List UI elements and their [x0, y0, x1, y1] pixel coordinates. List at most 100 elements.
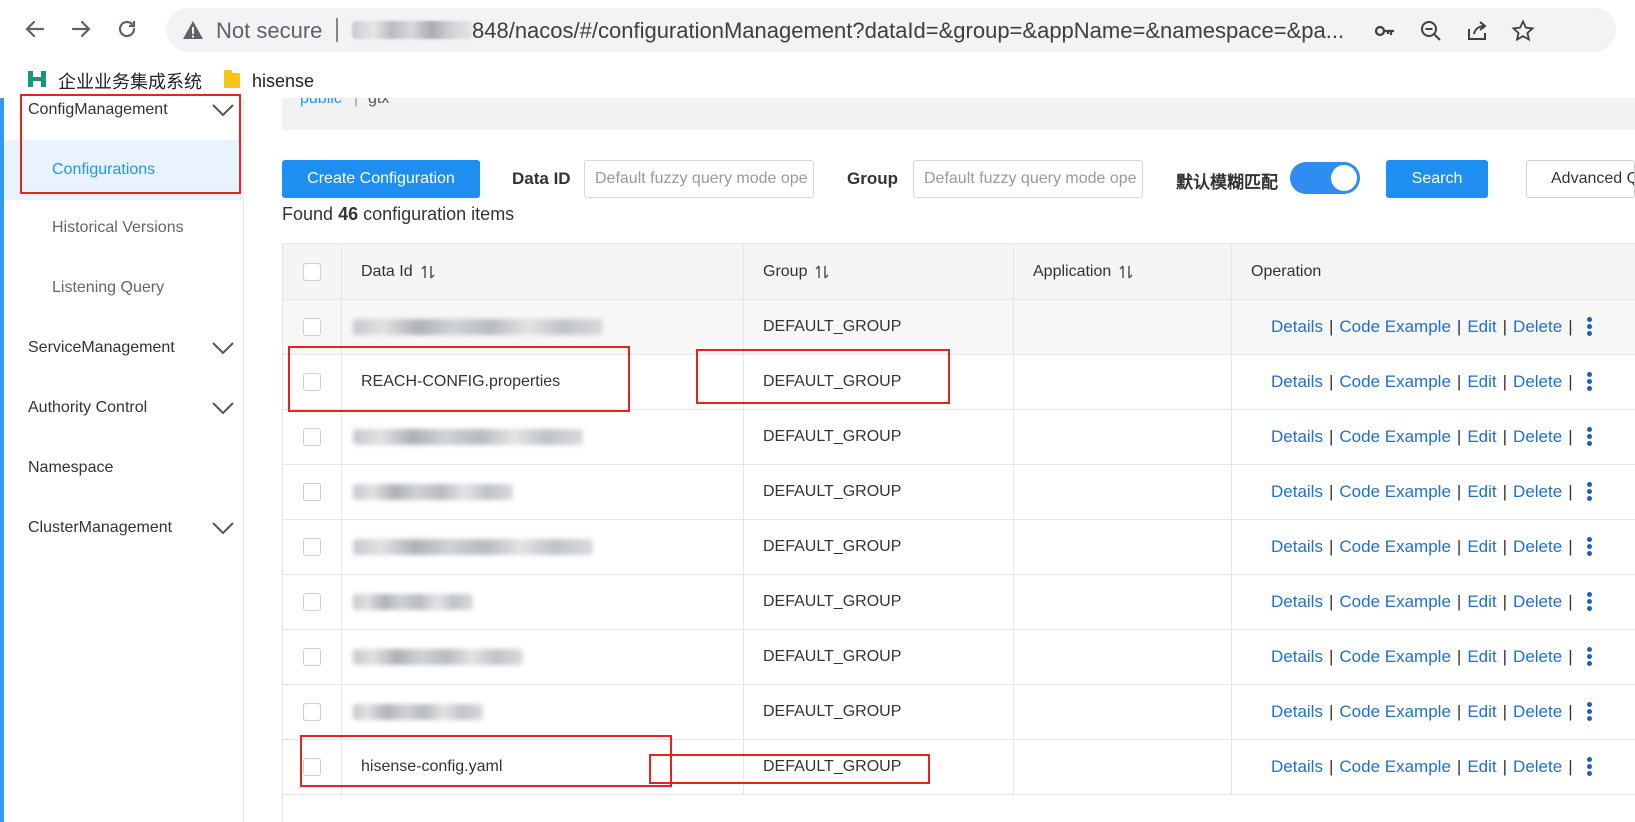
- column-divider: [1231, 355, 1232, 409]
- more-vertical-icon[interactable]: [1586, 482, 1593, 502]
- edit-link[interactable]: Edit: [1467, 317, 1496, 337]
- edit-link[interactable]: Edit: [1467, 537, 1496, 557]
- data-id-input[interactable]: Default fuzzy query mode ope: [584, 160, 814, 198]
- share-icon[interactable]: [1464, 18, 1490, 44]
- edit-link[interactable]: Edit: [1467, 427, 1496, 447]
- sort-icon[interactable]: [815, 264, 829, 280]
- column-divider: [1013, 355, 1014, 409]
- edit-link[interactable]: Edit: [1467, 482, 1496, 502]
- details-link[interactable]: Details: [1271, 537, 1323, 557]
- column-divider: [743, 300, 744, 354]
- more-vertical-icon[interactable]: [1586, 427, 1593, 447]
- column-divider: [1013, 300, 1014, 354]
- details-link[interactable]: Details: [1271, 427, 1323, 447]
- fuzzy-match-toggle[interactable]: [1290, 162, 1360, 194]
- code-example-link[interactable]: Code Example: [1339, 537, 1451, 557]
- search-button[interactable]: Search: [1386, 160, 1488, 198]
- row-checkbox[interactable]: [303, 318, 321, 336]
- address-bar[interactable]: Not secure 848/nacos/#/configurationMana…: [166, 8, 1616, 52]
- delete-link[interactable]: Delete: [1513, 757, 1562, 777]
- sort-icon[interactable]: [421, 264, 435, 280]
- delete-link[interactable]: Delete: [1513, 372, 1562, 392]
- menu-cluster-management[interactable]: ClusterManagement: [4, 508, 244, 548]
- op-separator: |: [1568, 702, 1573, 721]
- delete-link[interactable]: Delete: [1513, 537, 1562, 557]
- reload-icon[interactable]: [110, 12, 144, 46]
- row-checkbox[interactable]: [303, 703, 321, 721]
- edit-link[interactable]: Edit: [1467, 757, 1496, 777]
- summary-suffix: configuration items: [363, 204, 515, 224]
- delete-link[interactable]: Delete: [1513, 317, 1562, 337]
- key-icon[interactable]: [1372, 18, 1398, 44]
- details-link[interactable]: Details: [1271, 702, 1323, 722]
- code-example-link[interactable]: Code Example: [1339, 482, 1451, 502]
- code-example-link[interactable]: Code Example: [1339, 427, 1451, 447]
- column-header-group[interactable]: Group: [763, 244, 829, 299]
- op-separator: |: [1502, 372, 1508, 391]
- more-vertical-icon[interactable]: [1586, 757, 1593, 777]
- op-separator: |: [1568, 482, 1573, 501]
- delete-link[interactable]: Delete: [1513, 592, 1562, 612]
- details-link[interactable]: Details: [1271, 372, 1323, 392]
- column-header-data-id[interactable]: Data Id: [361, 244, 435, 299]
- column-divider: [743, 575, 744, 629]
- url-text: 848/nacos/#/configurationManagement?data…: [472, 18, 1345, 43]
- more-vertical-icon[interactable]: [1586, 317, 1593, 337]
- group-input[interactable]: Default fuzzy query mode ope: [913, 160, 1143, 198]
- row-checkbox[interactable]: [303, 648, 321, 666]
- more-vertical-icon[interactable]: [1586, 537, 1593, 557]
- chevron-down-icon: [212, 342, 234, 355]
- code-example-link[interactable]: Code Example: [1339, 702, 1451, 722]
- edit-link[interactable]: Edit: [1467, 702, 1496, 722]
- delete-link[interactable]: Delete: [1513, 647, 1562, 667]
- sidebar-item-listening-query[interactable]: Listening Query: [4, 258, 244, 318]
- column-header-application[interactable]: Application: [1033, 244, 1133, 299]
- code-example-link[interactable]: Code Example: [1339, 647, 1451, 667]
- bookmark-star-icon[interactable]: [1510, 18, 1536, 44]
- nacos-app: ConfigManagement Configurations Historic…: [0, 94, 1635, 822]
- zoom-out-icon[interactable]: [1418, 18, 1444, 44]
- code-example-link[interactable]: Code Example: [1339, 372, 1451, 392]
- back-arrow-icon[interactable]: [18, 12, 52, 46]
- column-divider: [1013, 685, 1014, 739]
- code-example-link[interactable]: Code Example: [1339, 592, 1451, 612]
- edit-link[interactable]: Edit: [1467, 647, 1496, 667]
- namespace-public-link[interactable]: public: [300, 98, 342, 108]
- highlight-box-reach-config: [288, 346, 630, 412]
- details-link[interactable]: Details: [1271, 482, 1323, 502]
- advanced-query-button[interactable]: Advanced Query: [1526, 160, 1635, 198]
- select-all-checkbox[interactable]: [303, 263, 321, 281]
- details-link[interactable]: Details: [1271, 592, 1323, 612]
- namespace-gtx-link[interactable]: gtx: [368, 98, 389, 108]
- more-vertical-icon[interactable]: [1586, 372, 1593, 392]
- details-link[interactable]: Details: [1271, 647, 1323, 667]
- op-separator: |: [1328, 372, 1334, 391]
- column-divider: [743, 630, 744, 684]
- edit-link[interactable]: Edit: [1467, 592, 1496, 612]
- delete-link[interactable]: Delete: [1513, 702, 1562, 722]
- code-example-link[interactable]: Code Example: [1339, 317, 1451, 337]
- menu-service-management[interactable]: ServiceManagement: [4, 328, 244, 368]
- create-configuration-button[interactable]: Create Configuration: [282, 160, 480, 198]
- sidebar-item-historical-versions[interactable]: Historical Versions: [4, 198, 244, 258]
- op-separator: |: [1328, 702, 1334, 721]
- code-example-link[interactable]: Code Example: [1339, 757, 1451, 777]
- sort-icon[interactable]: [1119, 264, 1133, 280]
- row-checkbox[interactable]: [303, 483, 321, 501]
- details-link[interactable]: Details: [1271, 757, 1323, 777]
- more-vertical-icon[interactable]: [1586, 702, 1593, 722]
- more-vertical-icon[interactable]: [1586, 592, 1593, 612]
- delete-link[interactable]: Delete: [1513, 482, 1562, 502]
- delete-link[interactable]: Delete: [1513, 427, 1562, 447]
- row-checkbox[interactable]: [303, 593, 321, 611]
- more-vertical-icon[interactable]: [1586, 647, 1593, 667]
- row-checkbox[interactable]: [303, 538, 321, 556]
- row-checkbox[interactable]: [303, 428, 321, 446]
- column-divider: [743, 520, 744, 574]
- menu-namespace[interactable]: Namespace: [4, 448, 244, 488]
- forward-arrow-icon[interactable]: [64, 12, 98, 46]
- menu-authority-control[interactable]: Authority Control: [4, 388, 244, 428]
- edit-link[interactable]: Edit: [1467, 372, 1496, 392]
- details-link[interactable]: Details: [1271, 317, 1323, 337]
- op-separator: |: [1502, 317, 1508, 336]
